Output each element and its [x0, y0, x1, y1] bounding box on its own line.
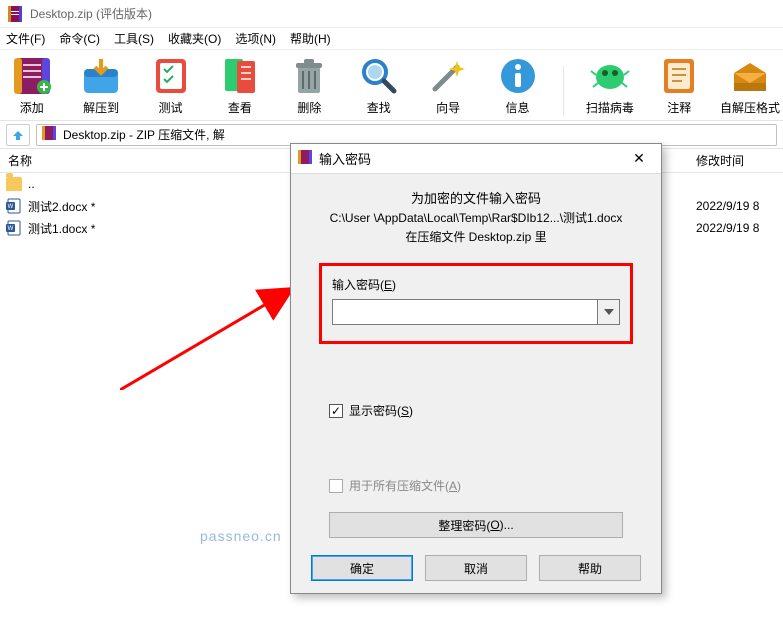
menu-command[interactable]: 命令(C)	[59, 30, 100, 47]
dialog-path: C:\User \AppData\Local\Temp\Rar$DIb12...…	[309, 209, 643, 226]
sfx-icon	[729, 55, 771, 97]
dialog-titlebar: 输入密码 ✕	[291, 144, 661, 174]
ok-button[interactable]: 确定	[311, 555, 413, 581]
toolbar-comment[interactable]: 注释	[652, 55, 707, 116]
dialog-title: 输入密码	[319, 149, 613, 168]
password-dialog: 输入密码 ✕ 为加密的文件输入密码 C:\User \AppData\Local…	[290, 143, 662, 594]
toolbar-find-label: 查找	[367, 99, 391, 116]
dialog-close-button[interactable]: ✕	[619, 145, 659, 173]
dialog-heading: 为加密的文件输入密码	[309, 188, 643, 207]
window-title: Desktop.zip (评估版本)	[30, 5, 152, 22]
toolbar: 添加 解压到 测试 查看 删除 查找 向导 信息 扫描病毒 注释 自解压格式	[0, 50, 783, 121]
folder-icon	[6, 177, 22, 191]
column-mtime[interactable]: 修改时间	[690, 152, 783, 169]
find-icon	[358, 55, 400, 97]
toolbar-extract-label: 解压到	[83, 99, 119, 116]
toolbar-separator	[563, 66, 564, 116]
toolbar-extract[interactable]: 解压到	[73, 55, 128, 116]
delete-icon	[288, 55, 330, 97]
annotation-arrow	[120, 260, 300, 390]
docx-icon: W	[6, 220, 22, 236]
toolbar-test[interactable]: 测试	[143, 55, 198, 116]
manage-passwords-button[interactable]: 整理密码(O)...	[329, 512, 623, 538]
toolbar-delete-label: 删除	[297, 99, 321, 116]
dialog-body: 为加密的文件输入密码 C:\User \AppData\Local\Temp\R…	[291, 174, 661, 538]
menu-tools[interactable]: 工具(S)	[114, 30, 154, 47]
dialog-buttons: 确定 取消 帮助	[311, 555, 641, 581]
svg-text:W: W	[8, 204, 14, 210]
password-combobox[interactable]	[332, 299, 620, 325]
up-arrow-icon	[11, 129, 25, 141]
toolbar-view-label: 查看	[228, 99, 252, 116]
info-icon	[497, 55, 539, 97]
for-all-row: 用于所有压缩文件(A)	[329, 477, 623, 494]
password-input[interactable]	[333, 300, 597, 324]
docx-icon: W	[6, 198, 22, 214]
toolbar-sfx-label: 自解压格式	[720, 99, 780, 116]
file-mtime: 2022/9/19 8	[690, 221, 783, 235]
menu-file[interactable]: 文件(F)	[6, 30, 45, 47]
svg-text:W: W	[8, 226, 14, 232]
for-all-label: 用于所有压缩文件(A)	[349, 477, 461, 494]
scan-icon	[589, 55, 631, 97]
path-text: Desktop.zip - ZIP 压缩文件, 解	[63, 126, 225, 143]
view-icon	[219, 55, 261, 97]
titlebar: Desktop.zip (评估版本)	[0, 0, 783, 28]
toolbar-info[interactable]: 信息	[490, 55, 545, 116]
toolbar-wizard-label: 向导	[436, 99, 460, 116]
menu-options[interactable]: 选项(N)	[235, 30, 276, 47]
toolbar-find[interactable]: 查找	[351, 55, 406, 116]
file-name: 测试1.docx *	[28, 220, 95, 237]
toolbar-view[interactable]: 查看	[212, 55, 267, 116]
password-field-highlight: 输入密码(E)	[319, 263, 633, 344]
toolbar-add-label: 添加	[20, 99, 44, 116]
archive-small-icon	[41, 125, 57, 144]
show-password-checkbox[interactable]	[329, 404, 343, 418]
help-button[interactable]: 帮助	[539, 555, 641, 581]
watermark: passneo.cn	[200, 528, 282, 544]
file-mtime: 2022/9/19 8	[690, 199, 783, 213]
wizard-icon	[427, 55, 469, 97]
toolbar-wizard[interactable]: 向导	[420, 55, 475, 116]
archive-icon	[11, 55, 53, 97]
dialog-inarchive: 在压缩文件 Desktop.zip 里	[309, 228, 643, 245]
test-icon	[150, 55, 192, 97]
up-button[interactable]	[6, 124, 30, 146]
menu-help[interactable]: 帮助(H)	[290, 30, 331, 47]
chevron-down-icon	[604, 309, 614, 315]
dialog-icon	[297, 149, 313, 168]
extract-icon	[80, 55, 122, 97]
toolbar-scan-label: 扫描病毒	[586, 99, 634, 116]
toolbar-test-label: 测试	[159, 99, 183, 116]
toolbar-info-label: 信息	[506, 99, 530, 116]
password-dropdown-button[interactable]	[597, 300, 619, 324]
app-icon	[6, 5, 24, 23]
toolbar-delete[interactable]: 删除	[282, 55, 337, 116]
show-password-label: 显示密码(S)	[349, 402, 413, 419]
toolbar-comment-label: 注释	[667, 99, 691, 116]
menu-favorites[interactable]: 收藏夹(O)	[168, 30, 221, 47]
show-password-row: 显示密码(S)	[329, 402, 623, 419]
toolbar-sfx[interactable]: 自解压格式	[721, 55, 779, 116]
for-all-checkbox[interactable]	[329, 479, 343, 493]
password-label: 输入密码(E)	[332, 276, 620, 293]
row-up-label: ..	[28, 177, 35, 191]
cancel-button[interactable]: 取消	[425, 555, 527, 581]
menubar: 文件(F) 命令(C) 工具(S) 收藏夹(O) 选项(N) 帮助(H)	[0, 28, 783, 50]
comment-icon	[658, 55, 700, 97]
toolbar-scan[interactable]: 扫描病毒	[582, 55, 637, 116]
toolbar-add[interactable]: 添加	[4, 55, 59, 116]
file-name: 测试2.docx *	[28, 198, 95, 215]
